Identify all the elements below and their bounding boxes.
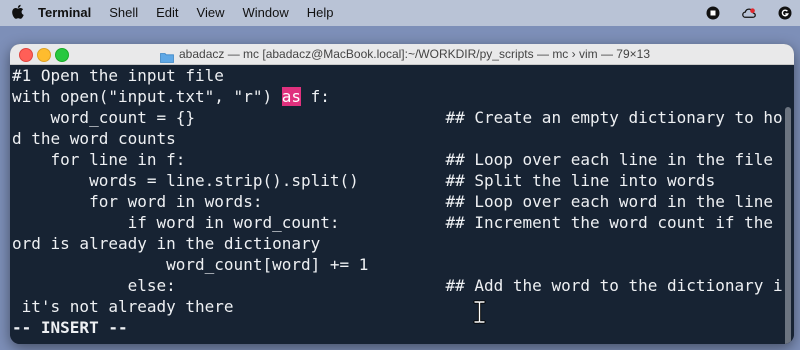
code-line: it's not already there <box>12 297 234 316</box>
scrollbar-track[interactable] <box>782 65 794 344</box>
text-cursor: as <box>281 87 301 106</box>
code-line: else: ## Add the word to the dictionary … <box>12 276 793 295</box>
menu-view[interactable]: View <box>188 0 234 26</box>
ibeam-cursor-icon <box>470 300 488 324</box>
menu-bar: Terminal Shell Edit View Window Help <box>0 0 800 26</box>
code-line: ord is already in the dictionary <box>12 234 321 253</box>
code-line: word_count = {} ## Create an empty dicti… <box>12 108 793 127</box>
apple-menu-icon[interactable] <box>0 4 34 22</box>
vim-mode-indicator: -- INSERT -- <box>12 318 128 337</box>
code-line-prefix: with open("input.txt", "r") <box>12 87 282 106</box>
stop-record-icon[interactable] <box>706 6 720 20</box>
code-line: if word in word_count: ## Increment the … <box>12 213 793 232</box>
code-line: word_count[word] += 1 <box>12 255 369 274</box>
folder-icon <box>160 49 174 63</box>
menu-help[interactable]: Help <box>298 0 343 26</box>
menu-shell[interactable]: Shell <box>100 0 147 26</box>
code-line: for word in words: ## Loop over each wor… <box>12 192 773 211</box>
creative-cloud-icon[interactable] <box>742 6 756 20</box>
terminal-content[interactable]: #1 Open the input file with open("input.… <box>10 65 792 344</box>
code-line-suffix: f: <box>300 87 330 106</box>
code-line: for line in f: ## Loop over each line in… <box>12 150 773 169</box>
code-line: words = line.strip().split() ## Split th… <box>12 171 716 190</box>
window-title-text: abadacz — mc [abadacz@MacBook.local]:~/W… <box>179 47 651 61</box>
minimize-window-button[interactable] <box>37 48 51 62</box>
menu-edit[interactable]: Edit <box>147 0 187 26</box>
code-line: d the word counts <box>12 129 176 148</box>
code-line: #1 Open the input file <box>12 66 224 85</box>
scrollbar-thumb[interactable] <box>785 107 791 344</box>
window-titlebar[interactable]: abadacz — mc [abadacz@MacBook.local]:~/W… <box>10 44 794 65</box>
menu-window[interactable]: Window <box>234 0 298 26</box>
close-window-button[interactable] <box>19 48 33 62</box>
code-line-cursor: with open("input.txt", "r") as f: <box>12 86 330 107</box>
user-g-icon[interactable] <box>778 6 792 20</box>
terminal-window: abadacz — mc [abadacz@MacBook.local]:~/W… <box>10 44 794 344</box>
zoom-window-button[interactable] <box>55 48 69 62</box>
window-title: abadacz — mc [abadacz@MacBook.local]:~/W… <box>160 44 720 64</box>
menu-app-name[interactable]: Terminal <box>34 0 100 26</box>
